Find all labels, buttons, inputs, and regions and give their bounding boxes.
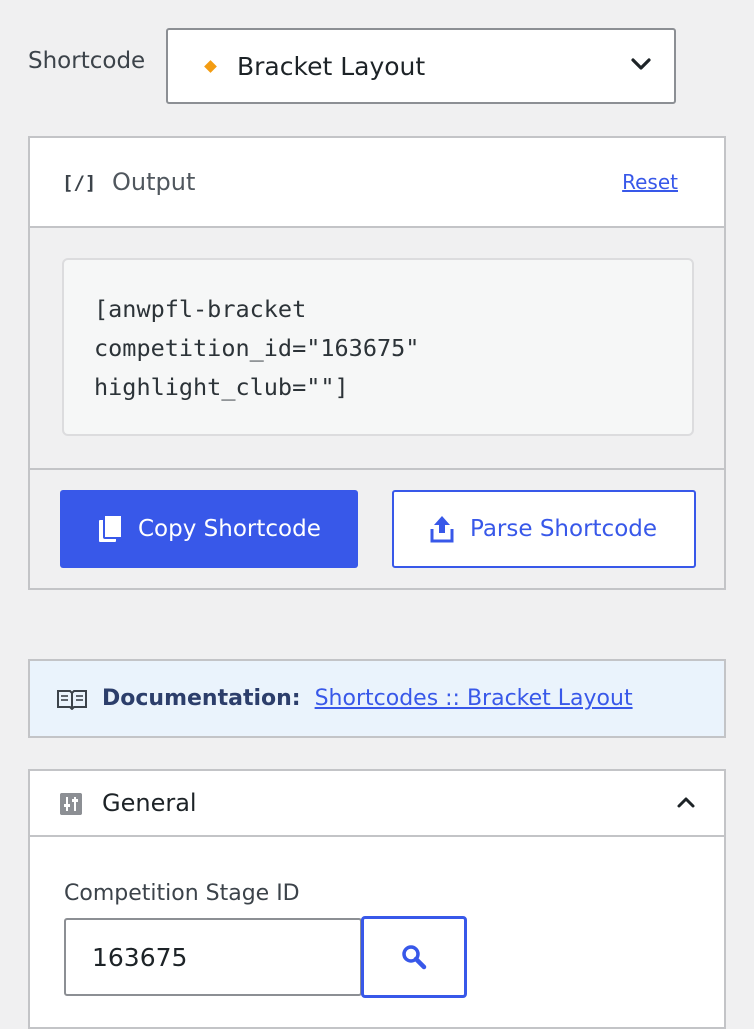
upload-icon xyxy=(430,516,454,543)
code-icon: [/] xyxy=(62,172,97,194)
documentation-label: Documentation: xyxy=(102,686,301,711)
output-header: [/] Output Reset xyxy=(30,138,724,228)
chevron-down-icon xyxy=(631,58,651,70)
divider xyxy=(30,468,724,470)
shortcode-output[interactable]: [anwpfl-bracket competition_id="163675" … xyxy=(62,258,694,436)
competition-stage-id-label: Competition Stage ID xyxy=(64,881,300,906)
shortcode-label: Shortcode xyxy=(28,48,146,74)
search-button[interactable] xyxy=(361,916,467,998)
search-icon xyxy=(402,945,427,970)
general-section-header[interactable]: General xyxy=(30,771,724,837)
parse-shortcode-button[interactable]: Parse Shortcode xyxy=(392,490,696,568)
competition-stage-id-input[interactable] xyxy=(64,918,362,996)
shortcode-selected-value: Bracket Layout xyxy=(237,51,426,81)
chevron-up-icon xyxy=(677,797,695,808)
shortcode-output-text: [anwpfl-bracket competition_id="163675" … xyxy=(94,295,420,401)
copy-shortcode-label: Copy Shortcode xyxy=(138,516,321,542)
reset-link[interactable]: Reset xyxy=(622,170,678,194)
shortcode-select[interactable]: Bracket Layout xyxy=(166,28,676,104)
diamond-icon xyxy=(204,59,217,73)
documentation-link[interactable]: Shortcodes :: Bracket Layout xyxy=(315,686,633,711)
documentation-notice: Documentation: Shortcodes :: Bracket Lay… xyxy=(28,659,726,738)
book-icon xyxy=(57,689,87,710)
parse-shortcode-label: Parse Shortcode xyxy=(470,516,658,542)
general-section-title: General xyxy=(102,789,197,817)
copy-icon xyxy=(99,514,123,542)
output-title: Output xyxy=(112,168,196,196)
output-panel: [/] Output Reset [anwpfl-bracket competi… xyxy=(28,136,726,590)
general-section: General Competition Stage ID xyxy=(28,769,726,1029)
sliders-icon xyxy=(60,793,82,815)
copy-shortcode-button[interactable]: Copy Shortcode xyxy=(60,490,358,568)
